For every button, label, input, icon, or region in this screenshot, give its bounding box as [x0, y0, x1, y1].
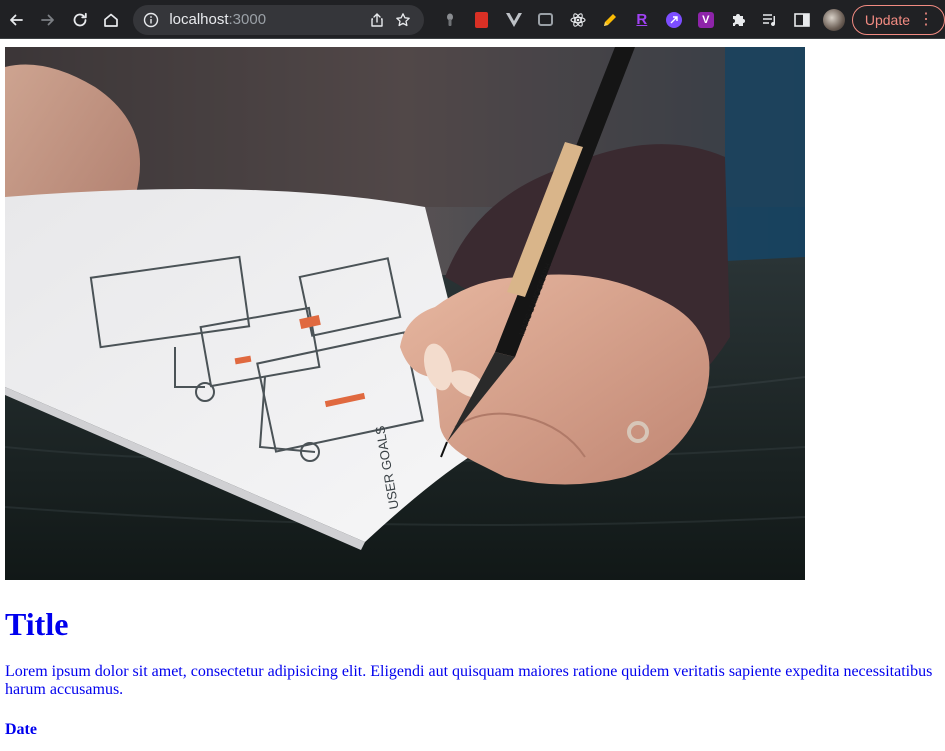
star-icon: [395, 12, 410, 26]
hero-photo: USER GOALS MARS LUMOGRAPH: [5, 47, 805, 580]
browser-toolbar: localhost:3000 R V Update ⋮: [0, 0, 945, 39]
article-date: Date: [5, 721, 37, 738]
v-ext-icon: V: [697, 11, 714, 28]
share-button[interactable]: [364, 7, 390, 33]
bookmark-ext-icon: [475, 11, 489, 28]
eyedropper-ext-button[interactable]: [434, 4, 466, 36]
bookmark-ext-button[interactable]: [466, 4, 498, 36]
react-ext-icon: [570, 12, 586, 28]
eyedropper-ext-icon: [442, 12, 458, 28]
more-vert-icon: ⋮: [918, 10, 934, 28]
page-title: Title: [5, 606, 69, 642]
update-label: Update: [864, 11, 910, 28]
forward-button[interactable]: [32, 4, 64, 36]
url-text[interactable]: localhost:3000: [169, 11, 364, 28]
media-queue-button[interactable]: [754, 4, 786, 36]
address-bar[interactable]: localhost:3000: [133, 4, 424, 35]
share-icon: [371, 12, 383, 27]
circle-ext-button[interactable]: [658, 4, 690, 36]
reload-icon: [73, 12, 87, 26]
hero-image: USER GOALS MARS LUMOGRAPH: [5, 47, 805, 580]
forward-arrow-icon: [40, 14, 54, 25]
side-panel-button[interactable]: [786, 4, 818, 36]
back-arrow-icon: [10, 14, 23, 25]
vue-ext-button[interactable]: [498, 4, 530, 36]
bookmark-star-button[interactable]: [390, 7, 416, 33]
r-ext-button[interactable]: R: [626, 4, 658, 36]
update-button[interactable]: Update ⋮: [851, 4, 945, 35]
r-ext-icon: R: [636, 11, 648, 28]
screen-ext-icon: [538, 13, 554, 26]
article-description: Lorem ipsum dolor sit amet, consectetur …: [5, 663, 933, 698]
page-content: USER GOALS MARS LUMOGRAPH Title Lorem ip…: [0, 39, 945, 739]
pencil-ext-button[interactable]: [594, 4, 626, 36]
side-panel-icon: [794, 12, 810, 28]
vue-ext-icon: [505, 12, 522, 28]
react-ext-button[interactable]: [562, 4, 594, 36]
reload-button[interactable]: [64, 4, 96, 36]
home-icon: [104, 13, 119, 27]
back-button[interactable]: [0, 4, 32, 36]
info-icon[interactable]: [143, 12, 159, 28]
circle-ext-icon: [665, 11, 682, 28]
v-ext-button[interactable]: V: [690, 4, 722, 36]
extensions-bar: R V Update ⋮: [434, 4, 945, 36]
media-queue-icon: [762, 12, 778, 28]
home-button[interactable]: [95, 4, 127, 36]
profile-avatar[interactable]: [822, 8, 845, 31]
extensions-button[interactable]: [722, 4, 754, 36]
puzzle-extensions-icon: [730, 12, 746, 28]
pencil-ext-icon: [602, 12, 618, 28]
screen-ext-button[interactable]: [530, 4, 562, 36]
